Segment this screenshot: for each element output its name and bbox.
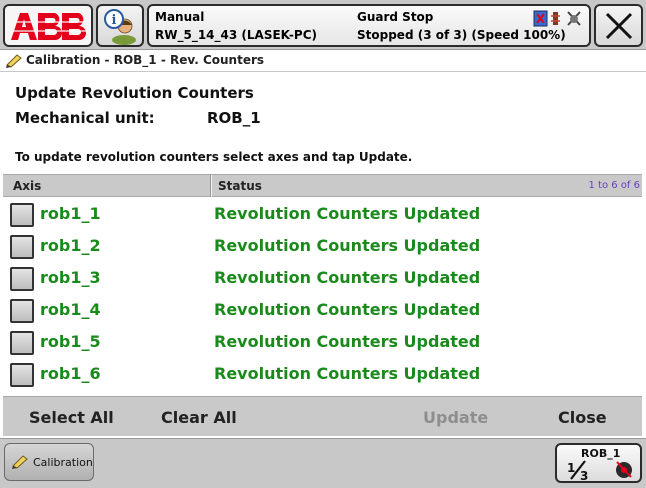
breadcrumb: Calibration - ROB_1 - Rev. Counters <box>0 50 646 72</box>
calibration-pencil-icon <box>6 54 22 68</box>
svg-text:i: i <box>112 13 117 28</box>
table-row[interactable]: rob1_4 Revolution Counters Updated <box>3 294 642 326</box>
clear-all-button[interactable]: Clear All <box>161 408 237 427</box>
quickset-icon <box>616 461 632 478</box>
axis-status: Revolution Counters Updated <box>214 364 481 383</box>
mechanical-unit-label: Mechanical unit: <box>15 109 155 127</box>
axis-list: rob1_1 Revolution Counters Updated rob1_… <box>3 198 642 392</box>
close-window-button[interactable] <box>594 4 643 47</box>
abb-logo <box>11 13 87 40</box>
task-label: Calibration <box>33 456 93 469</box>
status-icons <box>533 10 589 28</box>
increment-ratio-icon: 1 3 <box>567 460 588 481</box>
column-divider <box>210 175 212 197</box>
abb-menu-button[interactable] <box>3 4 93 47</box>
program-stop-icon <box>551 12 560 25</box>
axis-status: Revolution Counters Updated <box>214 300 481 319</box>
axis-name: rob1_6 <box>40 364 101 383</box>
axis-name: rob1_3 <box>40 268 101 287</box>
taskbar: Calibration ROB_1 1 3 <box>0 438 646 488</box>
axis-status: Revolution Counters Updated <box>214 204 481 223</box>
table-row[interactable]: rob1_3 Revolution Counters Updated <box>3 262 642 294</box>
axis-name: rob1_4 <box>40 300 101 319</box>
controller-state-text: Guard Stop <box>357 10 434 24</box>
svg-text:1: 1 <box>567 461 575 475</box>
quickset-button[interactable]: ROB_1 1 3 <box>555 443 642 483</box>
program-state-text: Stopped (3 of 3) (Speed 100%) <box>357 28 566 42</box>
page-title: Update Revolution Counters <box>15 84 254 102</box>
axis-checkbox[interactable] <box>10 363 34 387</box>
column-header-status[interactable]: Status <box>218 179 262 193</box>
table-row[interactable]: rob1_5 Revolution Counters Updated <box>3 326 642 358</box>
instruction-text: To update revolution counters select axe… <box>15 150 413 164</box>
close-button[interactable]: Close <box>558 408 607 427</box>
top-bar: i Manual RW_5_14_43 (LASEK-PC) Guard Sto… <box>0 0 646 50</box>
calibration-pencil-icon <box>12 455 28 469</box>
select-all-button[interactable]: Select All <box>29 408 114 427</box>
axis-name: rob1_2 <box>40 236 101 255</box>
command-bar: Select All Clear All Update Close <box>3 396 642 436</box>
task-calibration-button[interactable]: Calibration <box>4 443 94 481</box>
svg-text:3: 3 <box>580 469 588 481</box>
table-row[interactable]: rob1_6 Revolution Counters Updated <box>3 358 642 390</box>
breadcrumb-text: Calibration - ROB_1 - Rev. Counters <box>26 53 265 67</box>
system-name-text: RW_5_14_43 (LASEK-PC) <box>155 28 317 42</box>
table-row[interactable]: rob1_1 Revolution Counters Updated <box>3 198 642 230</box>
axis-checkbox[interactable] <box>10 267 34 291</box>
column-header-axis[interactable]: Axis <box>13 179 41 193</box>
axis-checkbox[interactable] <box>10 203 34 227</box>
axis-status: Revolution Counters Updated <box>214 236 481 255</box>
row-count-indicator: 1 to 6 of 6 <box>588 180 640 191</box>
table-header: Axis Status 1 to 6 of 6 <box>3 174 642 197</box>
axis-name: rob1_5 <box>40 332 101 351</box>
operator-window-button[interactable]: i <box>96 4 144 47</box>
mode-text: Manual <box>155 10 205 24</box>
motors-off-icon <box>533 10 548 27</box>
axis-checkbox[interactable] <box>10 299 34 323</box>
axis-status: Revolution Counters Updated <box>214 332 481 351</box>
axis-name: rob1_1 <box>40 204 101 223</box>
info-user-icon: i <box>104 9 136 45</box>
axis-checkbox[interactable] <box>10 235 34 259</box>
axis-status: Revolution Counters Updated <box>214 268 481 287</box>
close-x-icon <box>605 12 633 40</box>
table-row[interactable]: rob1_2 Revolution Counters Updated <box>3 230 642 262</box>
guard-stop-icon <box>567 11 581 26</box>
mechanical-unit-value: ROB_1 <box>207 109 261 127</box>
update-button[interactable]: Update <box>423 408 488 427</box>
status-panel[interactable]: Manual RW_5_14_43 (LASEK-PC) Guard Stop … <box>147 4 591 47</box>
axis-checkbox[interactable] <box>10 331 34 355</box>
